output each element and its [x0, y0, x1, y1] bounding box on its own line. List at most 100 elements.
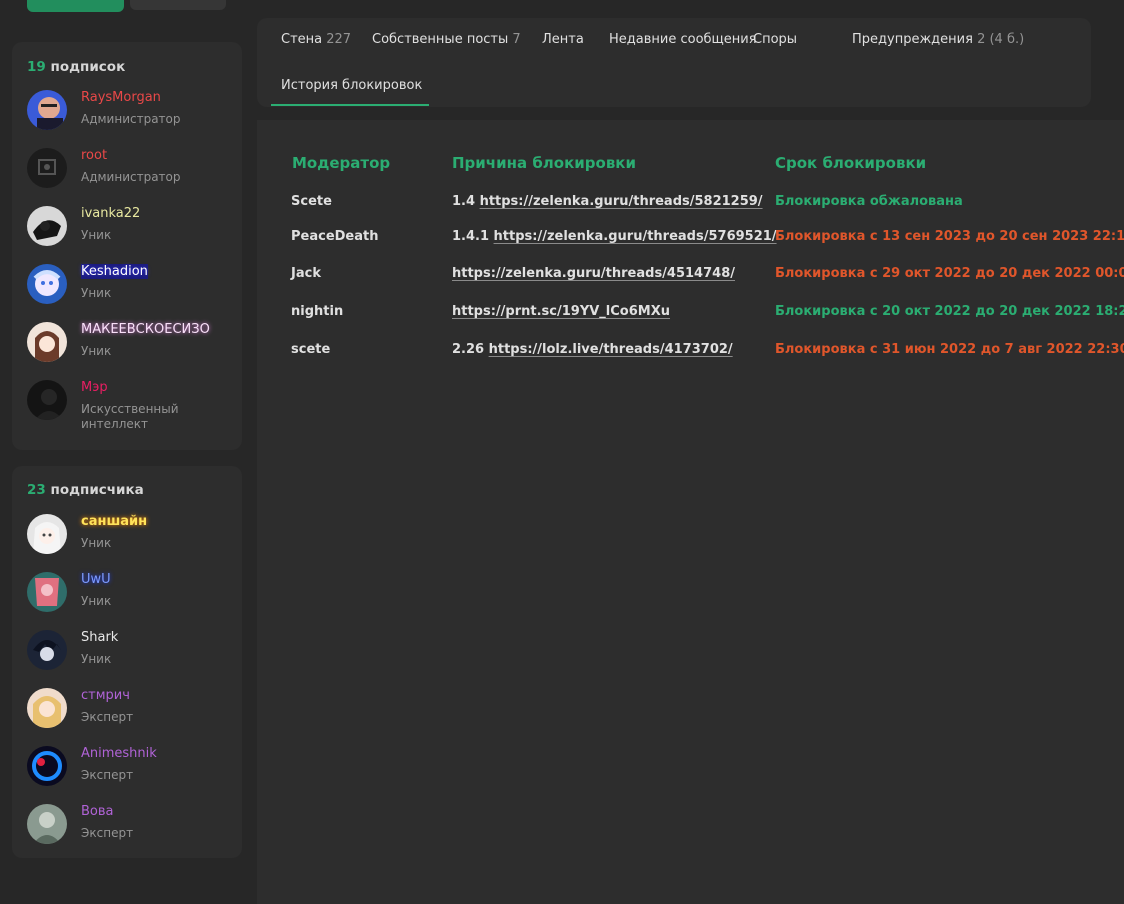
row-moderator[interactable]: nightin: [291, 304, 343, 319]
username[interactable]: ivanka22: [81, 206, 140, 221]
user-role: Администратор: [81, 170, 181, 184]
user-role: Эксперт: [81, 826, 134, 840]
tab-label: Предупреждения: [852, 32, 973, 47]
row-reason: 2.26 https://lolz.live/threads/4173702/: [452, 342, 733, 357]
follow-button[interactable]: [27, 0, 124, 12]
row-term: Блокировка обжалована: [775, 194, 963, 209]
avatar[interactable]: [27, 90, 67, 130]
username[interactable]: RaysMorgan: [81, 90, 161, 105]
following-user: root Администратор: [27, 148, 232, 198]
user-role: Администратор: [81, 112, 181, 126]
tab-disputes[interactable]: Споры: [753, 32, 797, 47]
secondary-button[interactable]: [130, 0, 226, 10]
following-user: RaysMorgan Администратор: [27, 90, 232, 140]
reason-link[interactable]: https://lolz.live/threads/4173702/: [489, 342, 733, 357]
user-role: Искусственный интеллект: [81, 402, 179, 431]
user-role: Уник: [81, 228, 112, 242]
reason-code: 2.26: [452, 342, 485, 357]
profile-tabs: Стена 227 Собственные посты 7 Лента Неда…: [257, 18, 1091, 107]
following-user: Keshadion Уник: [27, 264, 232, 314]
avatar[interactable]: [27, 514, 67, 554]
tab-label: Собственные посты: [372, 32, 509, 47]
user-role: Уник: [81, 286, 112, 300]
follower-user: UwU Уник: [27, 572, 232, 622]
following-label: подписок: [50, 59, 126, 75]
tab-count: 227: [326, 32, 352, 47]
tab-feed[interactable]: Лента: [542, 32, 584, 47]
avatar[interactable]: [27, 630, 67, 670]
row-moderator[interactable]: Scete: [291, 194, 332, 209]
following-user: МАКЕЕВСКОЕСИЗО Уник: [27, 322, 232, 372]
user-role: Уник: [81, 536, 112, 550]
follower-user: Animeshnik Эксперт: [27, 746, 232, 796]
row-moderator[interactable]: PeaceDeath: [291, 229, 379, 244]
avatar[interactable]: [27, 380, 67, 420]
header-reason: Причина блокировки: [452, 154, 636, 172]
tab-own-posts[interactable]: Собственные посты 7: [372, 32, 521, 47]
follower-user: Вова Эксперт: [27, 804, 232, 854]
active-tab-indicator: [271, 104, 429, 106]
reason-link[interactable]: https://zelenka.guru/threads/5821259/: [480, 194, 763, 209]
row-moderator[interactable]: scete: [291, 342, 330, 357]
avatar[interactable]: [27, 206, 67, 246]
user-role: Уник: [81, 344, 112, 358]
avatar[interactable]: [27, 688, 67, 728]
followers-heading[interactable]: 23 подписчика: [27, 482, 144, 498]
username[interactable]: саншайн: [81, 514, 147, 529]
username[interactable]: стмрич: [81, 688, 130, 703]
ban-history-panel: Модератор Причина блокировки Срок блокир…: [257, 120, 1124, 904]
avatar[interactable]: [27, 804, 67, 844]
followers-label: подписчика: [50, 482, 144, 498]
tab-count: 7: [512, 32, 521, 47]
user-role: Уник: [81, 652, 112, 666]
tab-label: Стена: [281, 32, 323, 47]
reason-link[interactable]: https://zelenka.guru/threads/5769521/: [494, 229, 777, 244]
header-term: Срок блокировки: [775, 154, 927, 172]
followers-block: 23 подписчика саншайн Уник UwU Уник Shar…: [12, 466, 242, 858]
row-reason: 1.4 https://zelenka.guru/threads/5821259…: [452, 194, 763, 209]
avatar[interactable]: [27, 264, 67, 304]
following-user: ivanka22 Уник: [27, 206, 232, 256]
row-term: Блокировка с 20 окт 2022 до 20 дек 2022 …: [775, 304, 1124, 319]
username[interactable]: Keshadion: [81, 264, 148, 279]
followers-count: 23: [27, 482, 46, 498]
following-user: Мэр Искусственный интеллект: [27, 380, 232, 431]
username[interactable]: Вова: [81, 804, 114, 819]
follower-user: стмрич Эксперт: [27, 688, 232, 738]
user-role: Эксперт: [81, 768, 134, 782]
following-heading[interactable]: 19 подписок: [27, 59, 125, 75]
reason-link[interactable]: https://zelenka.guru/threads/4514748/: [452, 266, 735, 281]
username[interactable]: МАКЕЕВСКОЕСИЗО: [81, 322, 210, 337]
tab-warnings[interactable]: Предупреждения 2 (4 б.): [852, 32, 1024, 47]
header-moderator: Модератор: [292, 154, 391, 172]
avatar[interactable]: [27, 148, 67, 188]
following-count: 19: [27, 59, 46, 75]
row-moderator[interactable]: Jack: [291, 266, 321, 281]
follower-user: саншайн Уник: [27, 514, 232, 564]
avatar[interactable]: [27, 572, 67, 612]
following-block: 19 подписок RaysMorgan Администратор roo…: [12, 42, 242, 450]
row-reason: https://prnt.sc/19YV_lCo6MXu: [452, 304, 670, 319]
username[interactable]: Shark: [81, 630, 118, 645]
row-reason: https://zelenka.guru/threads/4514748/: [452, 266, 735, 281]
tab-wall[interactable]: Стена 227: [281, 32, 351, 47]
reason-link[interactable]: https://prnt.sc/19YV_lCo6MXu: [452, 304, 670, 319]
tab-count: 2 (4 б.): [977, 32, 1025, 47]
row-term: Блокировка с 13 сен 2023 до 20 сен 2023 …: [775, 229, 1124, 244]
username[interactable]: root: [81, 148, 107, 163]
row-reason: 1.4.1 https://zelenka.guru/threads/57695…: [452, 229, 777, 244]
user-role: Уник: [81, 594, 112, 608]
row-term: Блокировка с 31 июн 2022 до 7 авг 2022 2…: [775, 342, 1124, 357]
follower-user: Shark Уник: [27, 630, 232, 680]
row-term: Блокировка с 29 окт 2022 до 20 дек 2022 …: [775, 266, 1124, 281]
user-role: Эксперт: [81, 710, 134, 724]
tab-ban-history[interactable]: История блокировок: [281, 78, 422, 93]
avatar[interactable]: [27, 322, 67, 362]
username[interactable]: Мэр: [81, 380, 108, 395]
reason-code: 1.4: [452, 194, 476, 209]
reason-code: 1.4.1: [452, 229, 490, 244]
username[interactable]: UwU: [81, 572, 111, 587]
avatar[interactable]: [27, 746, 67, 786]
tab-recent-messages[interactable]: Недавние сообщения: [609, 32, 757, 47]
username[interactable]: Animeshnik: [81, 746, 157, 761]
